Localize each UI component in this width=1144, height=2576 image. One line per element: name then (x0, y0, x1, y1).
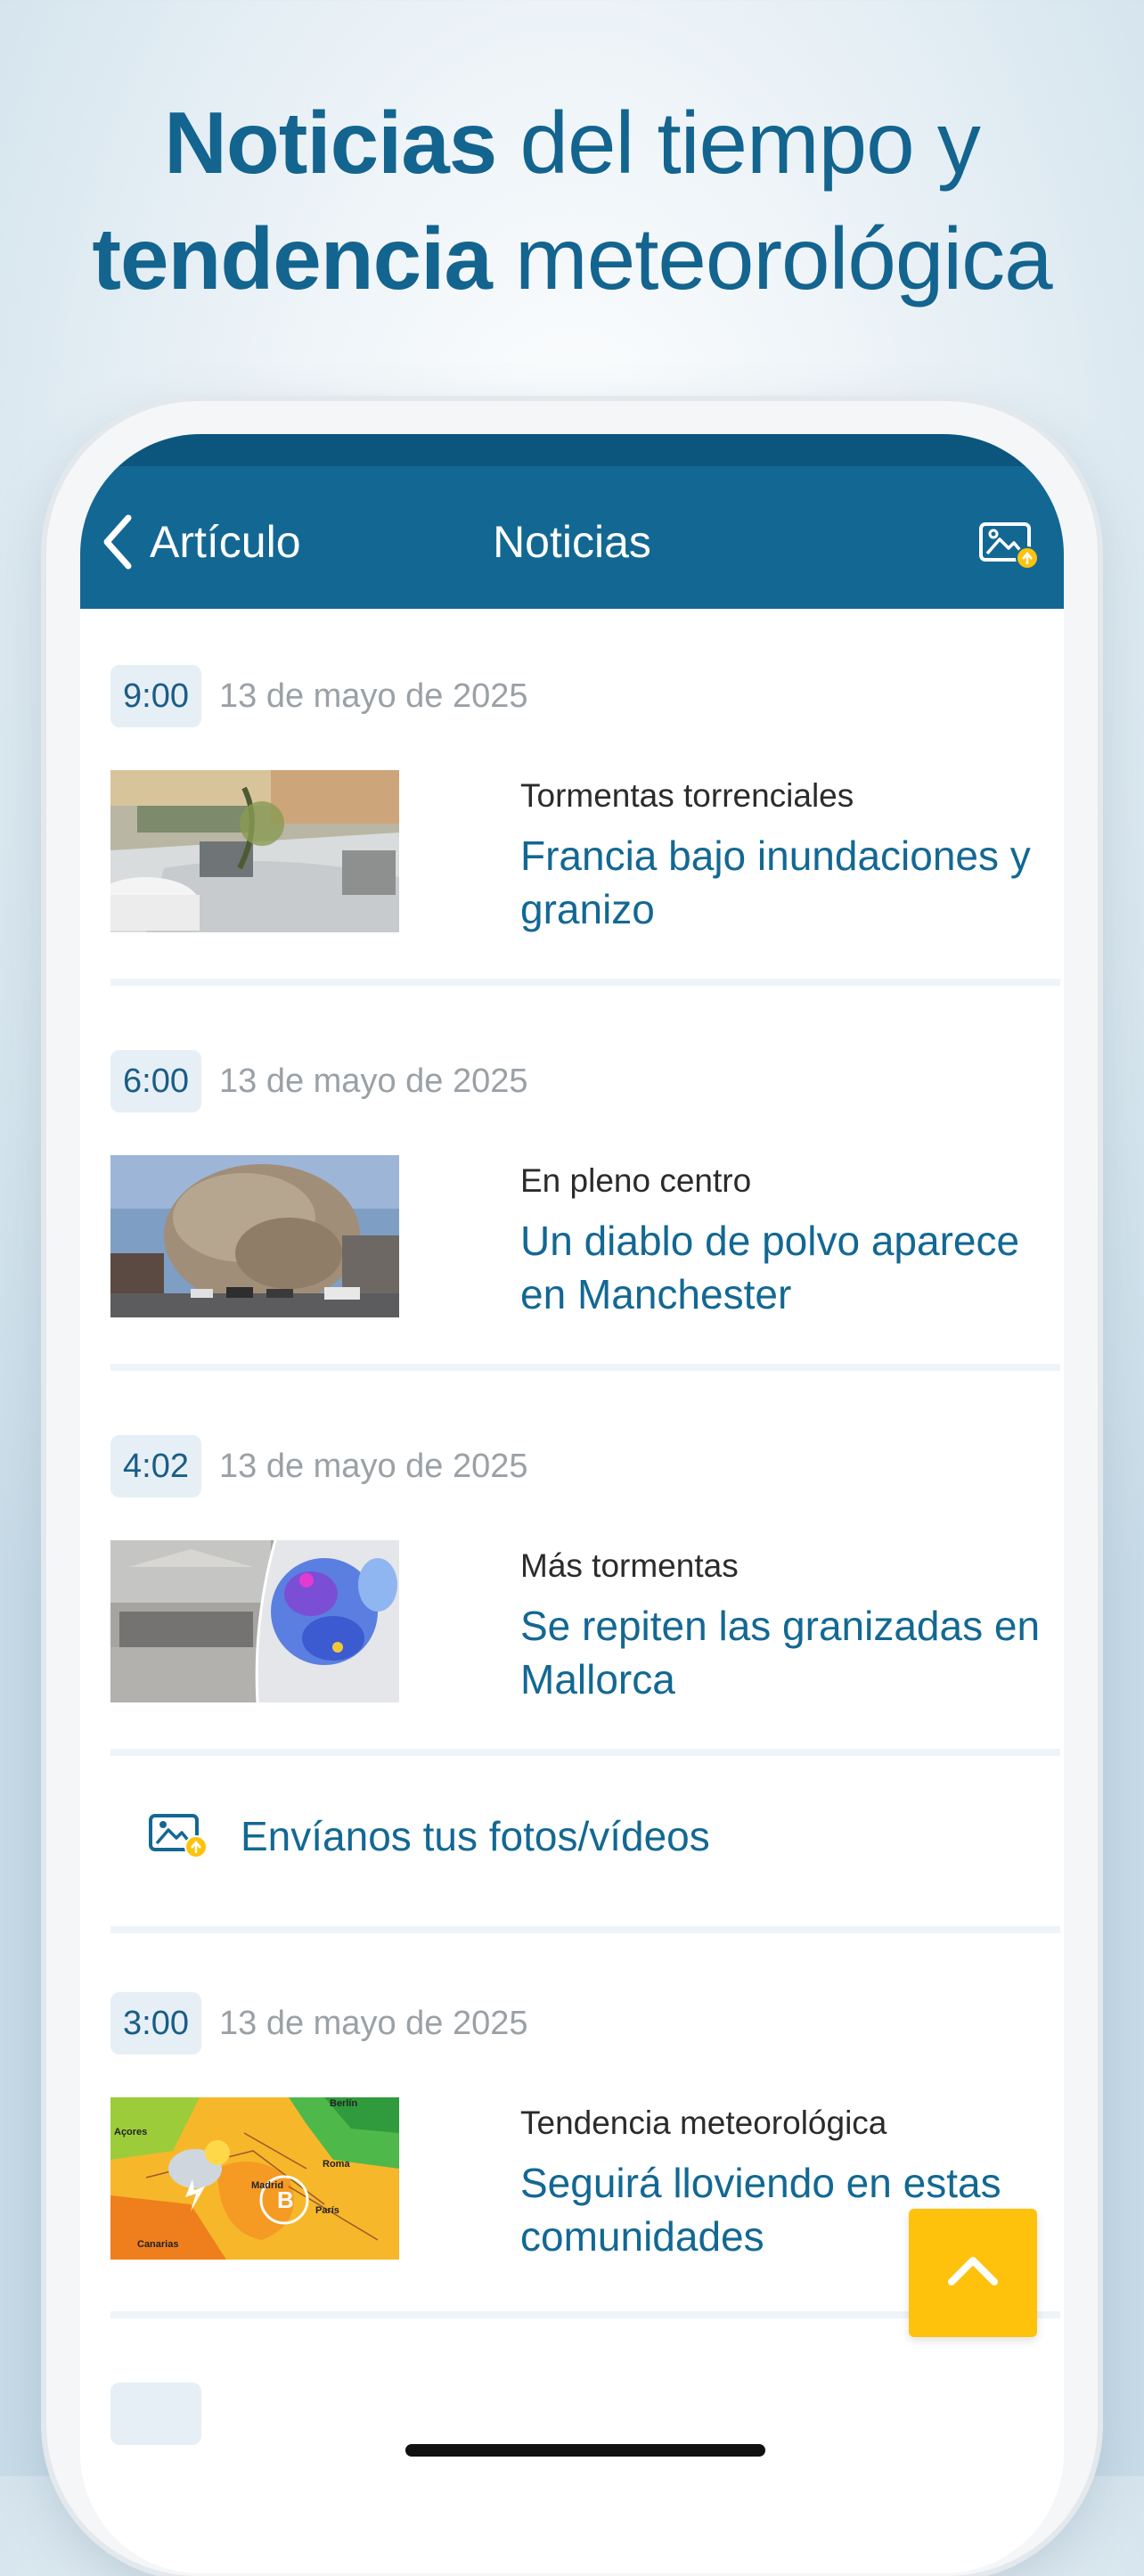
news-kicker: Tormentas torrenciales (520, 777, 854, 814)
news-thumbnail-hail-radar[interactable] (110, 1540, 399, 1702)
navigation-bar: Artículo Noticias (80, 466, 1064, 609)
time-badge: 4:02 (110, 1435, 201, 1497)
news-thumbnail-weather-map[interactable]: B Açores Madrid Roma Berlín Canarias Par… (110, 2097, 399, 2260)
promo-line-1: Noticias del tiempo y (164, 94, 981, 192)
divider (110, 979, 1060, 986)
news-title[interactable]: Un diablo de polvo aparece en Manchester (520, 1214, 1055, 1321)
svg-text:París: París (315, 2205, 339, 2216)
news-item[interactable]: 4:02 13 de mayo de 2025 Más tormentas Se… (110, 1435, 1060, 1729)
news-date: 13 de mayo de 2025 (219, 1448, 528, 1485)
news-thumbnail-dust-devil[interactable] (110, 1155, 399, 1317)
divider (110, 1364, 1060, 1371)
svg-text:Berlín: Berlín (330, 2098, 357, 2109)
news-item[interactable]: 6:00 13 de mayo de 2025 En pleno centro … (110, 1050, 1060, 1344)
back-button[interactable]: Artículo (98, 511, 301, 573)
news-title[interactable]: Francia bajo inundaciones y granizo (520, 829, 1055, 936)
news-kicker: En pleno centro (520, 1162, 752, 1199)
status-bar (80, 434, 1064, 466)
svg-text:Açores: Açores (114, 2127, 147, 2137)
send-photos-label: Envíanos tus fotos/vídeos (241, 1813, 710, 1859)
svg-text:Canarias: Canarias (137, 2239, 178, 2250)
news-kicker: Más tormentas (520, 1547, 739, 1584)
scroll-to-top-button[interactable] (909, 2209, 1037, 2337)
time-badge-partial (110, 2383, 201, 2445)
chevron-up-icon (948, 2257, 998, 2285)
back-label: Artículo (150, 517, 301, 567)
news-date: 13 de mayo de 2025 (219, 2005, 528, 2042)
photo-upload-icon[interactable] (978, 521, 1041, 571)
divider (110, 1749, 1060, 1756)
send-photos-button[interactable]: Envíanos tus fotos/vídeos (80, 1756, 1064, 1916)
svg-text:Roma: Roma (323, 2159, 350, 2170)
news-kicker: Tendencia meteorológica (520, 2104, 887, 2141)
time-badge: 3:00 (110, 1992, 201, 2055)
time-badge: 9:00 (110, 665, 201, 727)
news-date: 13 de mayo de 2025 (219, 677, 528, 715)
chevron-left-icon (103, 514, 132, 570)
news-date: 13 de mayo de 2025 (219, 1062, 528, 1100)
photo-upload-icon (149, 1814, 208, 1858)
promo-line-2: tendencia meteorológica (92, 209, 1052, 308)
home-indicator[interactable] (405, 2444, 765, 2457)
time-badge: 6:00 (110, 1050, 201, 1112)
promo-headline: Noticias del tiempo y tendencia meteorol… (0, 85, 1144, 316)
news-item[interactable]: 9:00 13 de mayo de 2025 Tormentas torren… (110, 665, 1060, 959)
svg-text:Madrid: Madrid (251, 2180, 283, 2191)
news-title[interactable]: Se repiten las granizadas en Mallorca (520, 1599, 1055, 1706)
news-thumbnail-flooded-street[interactable] (110, 770, 399, 932)
divider (110, 1926, 1060, 1933)
